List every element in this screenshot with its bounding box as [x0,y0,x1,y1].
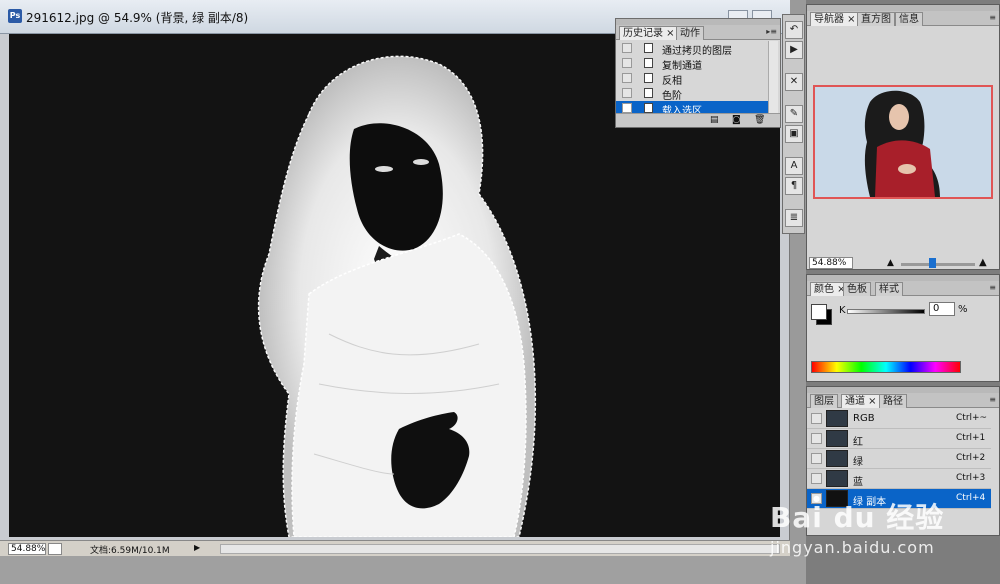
tab-actions[interactable]: 动作 [676,26,704,40]
history-state-icon [644,73,653,83]
photoshop-icon: Ps [8,9,22,23]
actions-play-icon[interactable]: ▶ [785,41,803,59]
zoom-in-icon[interactable]: ▲ [979,257,987,268]
paragraph-icon[interactable]: ¶ [785,177,803,195]
visibility-toggle[interactable] [811,433,822,444]
history-item-label: 通过拷贝的图层 [662,46,732,57]
k-value-input[interactable]: 0 [929,302,955,316]
navigator-thumbnail-image [815,87,991,197]
navigator-tabs: 导航器 × 直方图 信息 ≡ [807,11,999,26]
panel-menu-icon[interactable]: ▸≡ [766,27,777,36]
navigator-zoom-knob[interactable] [929,258,936,268]
layer-comps-icon[interactable]: ≣ [785,209,803,227]
history-item[interactable]: 色阶 [616,86,770,102]
channel-shortcut: Ctrl+3 [956,473,986,483]
navigator-preview[interactable] [813,85,993,199]
history-state-icon [644,43,653,53]
channel-row[interactable]: RGB Ctrl+~ [807,409,991,429]
visibility-toggle[interactable] [811,453,822,464]
zoom-out-icon[interactable]: ▲ [887,258,894,268]
channel-shortcut: Ctrl+2 [956,453,986,463]
channels-tabs: 图层 通道 × 路径 ≡ [807,393,999,408]
channel-shortcut: Ctrl+~ [956,413,988,423]
watermark-logo: Bai du 经验 [770,501,945,534]
color-tabs: 颜色 × 色板 样式 ≡ [807,281,999,296]
baidu-watermark: Bai du 经验 jingyan.baidu.com [770,496,990,566]
tab-info[interactable]: 信息 [895,12,923,26]
brush-icon[interactable]: ✎ [785,105,803,123]
status-arrow-icon[interactable]: ▶ [194,543,204,555]
history-item[interactable]: 反相 [616,71,770,87]
channel-row[interactable]: 绿 Ctrl+2 [807,449,991,469]
channel-row[interactable]: 蓝 Ctrl+3 [807,469,991,489]
document-size-info: 文档:6.59M/10.1M [90,546,170,556]
tab-paths[interactable]: 路径 [879,394,907,408]
panel-icon-strip: ↶ ▶ ✕ ✎ ▣ A ¶ ≣ [782,14,805,234]
history-source-checkbox[interactable] [622,103,632,113]
history-item-label: 反相 [662,76,682,87]
foreground-color-swatch[interactable] [811,304,827,320]
stamp-icon[interactable]: ▣ [785,125,803,143]
history-source-checkbox[interactable] [622,88,632,98]
tab-histogram[interactable]: 直方图 [857,12,895,26]
history-scrollbar[interactable] [768,41,778,115]
history-panel: 历史记录 × 动作 ▸≡ 通过拷贝的图层 复制通道 反相 色阶 载入选区 ▤ ◙… [615,18,781,128]
color-spectrum-bar[interactable] [811,361,961,373]
color-panel: 颜色 × 色板 样式 ≡ K 0 % [806,274,1000,382]
channel-thumbnail [826,450,848,467]
navigator-zoom-slider[interactable] [901,263,975,266]
channel-thumbnail [826,470,848,487]
k-channel-label: K [839,305,846,316]
panel-menu-icon[interactable]: ≡ [989,395,996,404]
k-unit: % [958,304,968,315]
horizontal-scrollbar[interactable] [220,544,780,554]
visibility-toggle[interactable] [811,413,822,424]
history-item[interactable]: 复制通道 [616,56,770,72]
history-icon[interactable]: ↶ [785,21,803,39]
tab-channels[interactable]: 通道 × [841,394,881,408]
status-bar: 54.88% 文档:6.59M/10.1M ▶ [0,540,790,556]
channel-name: RGB [853,413,875,424]
new-document-icon[interactable]: ▤ [710,115,719,125]
tab-swatches[interactable]: 色板 [843,282,871,296]
history-item[interactable]: 通过拷贝的图层 [616,41,770,57]
channel-thumbnail [826,430,848,447]
channel-name: 绿 [853,457,863,468]
channel-name: 蓝 [853,477,863,488]
panel-menu-icon[interactable]: ≡ [989,13,996,22]
tab-navigator[interactable]: 导航器 × [810,12,860,26]
history-state-icon [644,58,653,68]
k-slider[interactable] [847,309,925,314]
channel-shortcut: Ctrl+1 [956,433,986,443]
history-state-icon [644,88,653,98]
navigator-panel: 导航器 × 直方图 信息 ≡ 54.88% ▲ ▲ [806,4,1000,270]
snapshot-icon[interactable]: ◙ [732,115,741,125]
channel-name: 红 [853,437,863,448]
history-tabs: 历史记录 × 动作 ▸≡ [616,25,780,40]
history-source-checkbox[interactable] [622,58,632,68]
watermark-url: jingyan.baidu.com [770,538,935,557]
trash-icon[interactable]: 🗑 [754,115,765,125]
tab-history[interactable]: 历史记录 × [619,26,679,40]
history-footer: ▤ ◙ 🗑 [616,113,780,127]
status-menu-icon[interactable] [48,543,62,555]
visibility-toggle[interactable] [811,473,822,484]
tab-styles[interactable]: 样式 [875,282,903,296]
navigator-zoom-field[interactable]: 54.88% [809,257,853,269]
text-icon[interactable]: A [785,157,803,175]
history-item-label: 色阶 [662,91,682,102]
tools-icon[interactable]: ✕ [785,73,803,91]
zoom-level-field[interactable]: 54.88% [8,543,46,555]
history-source-checkbox[interactable] [622,43,632,53]
history-state-icon [644,103,653,113]
channel-row[interactable]: 红 Ctrl+1 [807,429,991,449]
tab-layers[interactable]: 图层 [810,394,838,408]
channel-thumbnail [826,410,848,427]
panel-menu-icon[interactable]: ≡ [989,283,996,292]
document-title: 291612.jpg @ 54.9% (背景, 绿 副本/8) [26,11,249,25]
history-source-checkbox[interactable] [622,73,632,83]
workspace-bottom [0,556,806,584]
history-item-label: 复制通道 [662,61,702,72]
